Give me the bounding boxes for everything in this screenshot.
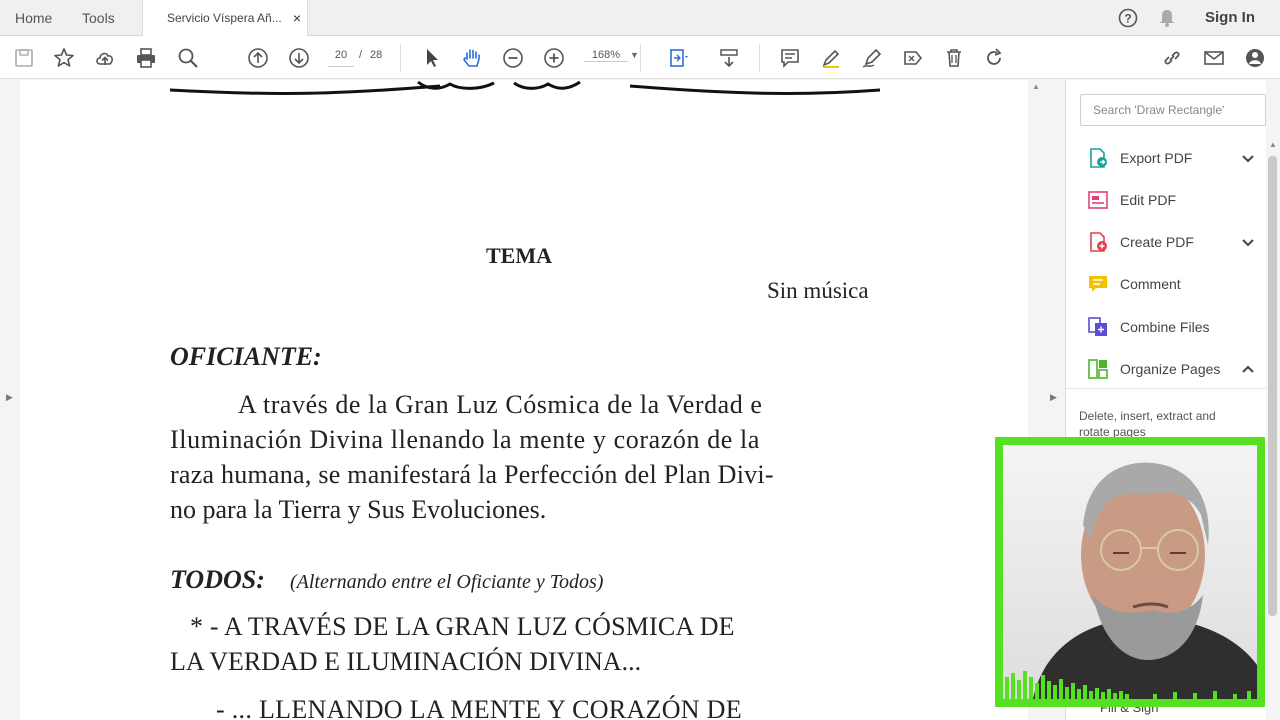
share-link-icon[interactable]	[1160, 46, 1184, 70]
bell-icon[interactable]	[1158, 0, 1176, 36]
page-number-input[interactable]: 20	[328, 49, 354, 67]
document-tab-title: Servicio Víspera Añ...	[167, 11, 282, 25]
tool-label: Combine Files	[1120, 319, 1210, 335]
tool-create-pdf[interactable]: Create PDF	[1086, 227, 1256, 257]
hand-tool-icon[interactable]	[460, 46, 484, 70]
add-user-icon[interactable]	[1243, 46, 1267, 70]
combine-files-icon	[1086, 315, 1110, 339]
scroll-up-icon[interactable]: ▲	[1032, 82, 1040, 91]
main-toolbar: 20 / 28 168% ▼	[0, 36, 1280, 79]
panel-divider	[1066, 388, 1266, 389]
next-page-icon[interactable]	[287, 46, 311, 70]
document-tab[interactable]: Servicio Víspera Añ... ×	[142, 0, 308, 37]
top-menu-bar: Home Tools Servicio Víspera Añ... × ? Si…	[0, 0, 1280, 37]
save-icon[interactable]	[12, 46, 36, 70]
tool-edit-pdf[interactable]: Edit PDF	[1086, 185, 1256, 215]
zoom-in-icon[interactable]	[542, 46, 566, 70]
fit-page-icon[interactable]	[666, 46, 690, 70]
sign-pen-icon[interactable]	[860, 46, 884, 70]
tool-label: Edit PDF	[1120, 192, 1177, 208]
comment-icon	[1086, 272, 1110, 296]
bookmark-star-icon[interactable]	[52, 46, 76, 70]
verse-line: LA VERDAD E ILUMINACIÓN DIVINA...	[170, 647, 642, 676]
close-tab-icon[interactable]: ×	[293, 0, 301, 36]
scroll-mode-icon[interactable]	[717, 46, 741, 70]
chevron-down-icon[interactable]	[1240, 234, 1256, 250]
home-tab[interactable]: Home	[15, 0, 52, 36]
presenter-video	[1003, 445, 1257, 699]
tools-tab[interactable]: Tools	[82, 0, 115, 36]
tool-organize-pages[interactable]: Organize Pages	[1086, 354, 1256, 384]
left-collapse-strip: ▶	[0, 80, 20, 720]
panel-scroll-up-icon[interactable]: ▲	[1269, 140, 1277, 149]
page-total: 28	[370, 49, 383, 61]
speaker-oficiante: OFICIANTE:	[170, 342, 322, 371]
tool-combine-files[interactable]: Combine Files	[1086, 312, 1256, 342]
tool-label: Export PDF	[1120, 150, 1193, 166]
tool-comment[interactable]: Comment	[1086, 269, 1256, 299]
toolbar-divider	[400, 44, 401, 72]
toolbar-divider	[640, 44, 641, 72]
email-icon[interactable]	[1202, 46, 1226, 70]
paragraph-line: no para la Tierra y Sus Evoluciones.	[170, 495, 547, 524]
verse-line: * - A TRAVÉS DE LA GRAN LUZ CÓSMICA DE	[190, 612, 735, 641]
comment-bubble-icon[interactable]	[778, 46, 802, 70]
tool-label: Create PDF	[1120, 234, 1194, 250]
svg-text:?: ?	[1124, 12, 1131, 26]
paragraph-line: raza humana, se manifestará la Perfecció…	[170, 460, 774, 489]
print-icon[interactable]	[134, 46, 158, 70]
section-heading: TEMA	[486, 243, 552, 268]
sign-in-link[interactable]: Sign In	[1205, 0, 1255, 36]
chevron-up-icon[interactable]	[1240, 361, 1256, 377]
tool-export-pdf[interactable]: Export PDF	[1086, 143, 1256, 173]
highlight-pen-icon[interactable]	[819, 46, 843, 70]
ornament-divider	[169, 80, 880, 95]
previous-page-icon[interactable]	[246, 46, 270, 70]
toolbar-divider	[759, 44, 760, 72]
speaker-note: (Alternando entre el Oficiante y Todos)	[290, 571, 604, 593]
zoom-out-icon[interactable]	[501, 46, 525, 70]
delete-trash-icon[interactable]	[942, 46, 966, 70]
help-icon[interactable]: ?	[1118, 0, 1138, 36]
tool-label: Comment	[1120, 276, 1181, 292]
paragraph-line: A través de la Gran Luz Cósmica de la Ve…	[238, 390, 763, 419]
zoom-search-icon[interactable]	[176, 46, 200, 70]
section-subheading: Sin música	[767, 278, 869, 303]
pdf-page[interactable]: TEMA Sin música OFICIANTE: A través de l…	[20, 80, 1028, 720]
organize-pages-icon	[1086, 357, 1110, 381]
speaker-todos: TODOS:	[170, 565, 265, 594]
zoom-dropdown-icon[interactable]: ▼	[630, 50, 639, 60]
export-pdf-icon	[1086, 146, 1110, 170]
tools-search-input[interactable]: Search 'Draw Rectangle'	[1080, 94, 1266, 126]
panel-scroll-thumb[interactable]	[1268, 156, 1277, 616]
edit-pdf-icon	[1086, 188, 1110, 212]
chevron-down-icon[interactable]	[1240, 150, 1256, 166]
rotate-icon[interactable]	[982, 46, 1006, 70]
redact-tag-icon[interactable]	[901, 46, 925, 70]
tool-label: Organize Pages	[1120, 361, 1221, 377]
organize-description: Delete, insert, extract and rotate pages	[1079, 409, 1216, 439]
collapse-right-panel-icon[interactable]: ▶	[1050, 392, 1057, 403]
webcam-overlay	[995, 437, 1265, 707]
paragraph-line: Iluminación Divina llenando la mente y c…	[170, 425, 760, 454]
create-pdf-icon	[1086, 230, 1110, 254]
zoom-level-field[interactable]: 168%	[584, 49, 628, 62]
expand-left-panel-icon[interactable]: ▶	[6, 392, 13, 403]
select-cursor-icon[interactable]	[420, 46, 444, 70]
page-separator: /	[359, 49, 363, 61]
verse-line: - ... LLENANDO LA MENTE Y CORAZÓN DE	[216, 695, 742, 720]
upload-cloud-icon[interactable]	[93, 46, 117, 70]
